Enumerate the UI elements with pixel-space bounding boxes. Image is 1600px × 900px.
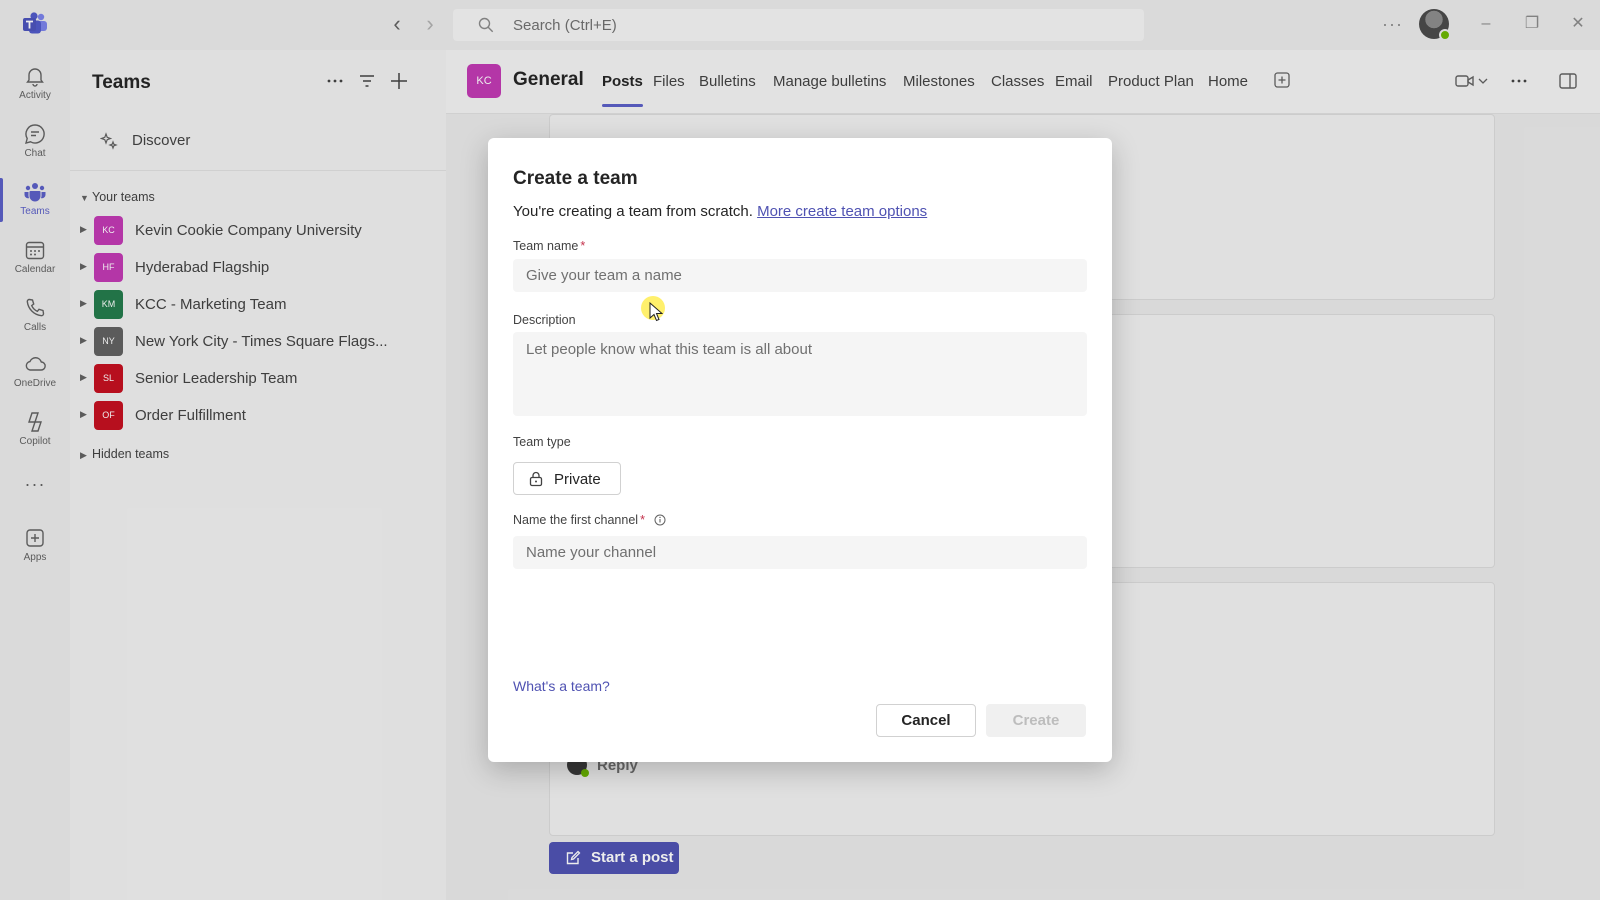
mouse-pointer-icon [649, 302, 663, 322]
lock-icon [529, 471, 543, 487]
description-input[interactable] [513, 332, 1087, 416]
first-channel-label: Name the first channel * [513, 513, 666, 527]
team-name-input[interactable] [513, 259, 1087, 292]
description-label: Description [513, 313, 576, 327]
required-mark: * [580, 239, 586, 253]
create-button[interactable]: Create [986, 704, 1086, 737]
required-mark: * [640, 513, 645, 527]
dialog-subtitle: You're creating a team from scratch. Mor… [513, 203, 928, 220]
team-type-label: Team type [513, 435, 571, 449]
team-type-value: Private [554, 471, 601, 488]
info-icon[interactable] [654, 514, 666, 526]
dialog-title: Create a team [513, 168, 638, 189]
team-type-selector[interactable]: Private [513, 462, 621, 495]
more-create-team-options-link[interactable]: More create team options [757, 203, 927, 220]
create-team-dialog: Create a team You're creating a team fro… [488, 138, 1112, 762]
cancel-button[interactable]: Cancel [876, 704, 976, 737]
whats-a-team-link[interactable]: What's a team? [513, 678, 610, 694]
team-name-label: Team name * [513, 239, 586, 253]
first-channel-input[interactable] [513, 536, 1087, 569]
